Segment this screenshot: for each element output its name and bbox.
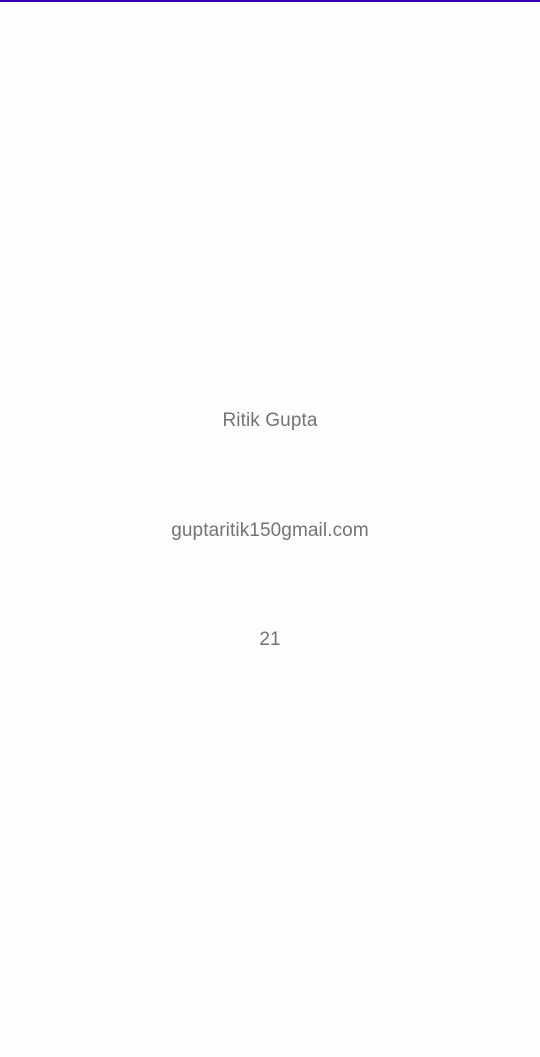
profile-name: Ritik Gupta (222, 410, 318, 431)
profile-age: 21 (259, 629, 281, 650)
profile-screen: Ritik Gupta guptaritik150gmail.com 21 (0, 0, 540, 1057)
profile-email: guptaritik150gmail.com (171, 520, 369, 541)
top-accent-bar (0, 0, 540, 2)
